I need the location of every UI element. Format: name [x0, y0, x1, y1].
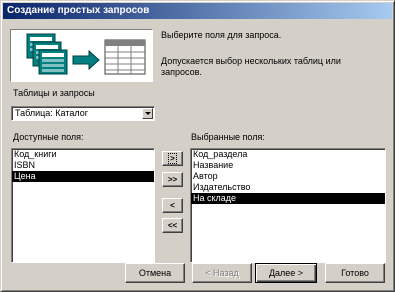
- intro-line-2b: запросов.: [161, 67, 202, 77]
- list-item[interactable]: Автор: [191, 171, 385, 182]
- remove-field-label: <: [170, 201, 175, 210]
- intro-line-2a: Допускается выбор нескольких таблиц или: [161, 56, 341, 66]
- next-button[interactable]: Далее >: [255, 263, 317, 283]
- cancel-button[interactable]: Отмена: [125, 263, 185, 283]
- remove-field-button[interactable]: <: [162, 198, 183, 213]
- list-item[interactable]: ISBN: [12, 160, 154, 171]
- finish-button[interactable]: Готово: [325, 263, 385, 283]
- tables-queries-label: Таблицы и запросы: [13, 88, 95, 98]
- wizard-window: Создание простых запросов Выберите поля …: [0, 0, 395, 292]
- remove-all-fields-label: <<: [167, 221, 178, 230]
- list-item[interactable]: Цена: [12, 171, 154, 182]
- add-field-label: >: [168, 153, 177, 164]
- list-item[interactable]: На складе: [191, 193, 385, 204]
- remove-all-fields-button[interactable]: <<: [162, 218, 183, 233]
- back-button[interactable]: < Назад: [192, 263, 252, 283]
- tables-queries-value: Таблица: Каталог: [15, 108, 89, 118]
- tables-to-query-icon: [26, 33, 146, 75]
- chevron-down-icon[interactable]: [142, 108, 153, 119]
- selected-fields-label: Выбранные поля:: [191, 132, 265, 142]
- add-field-button[interactable]: >: [162, 151, 183, 166]
- wizard-illustration: [10, 29, 153, 82]
- title-bar[interactable]: Создание простых запросов: [3, 3, 392, 19]
- add-all-fields-button[interactable]: >>: [162, 172, 183, 187]
- list-item[interactable]: Название: [191, 160, 385, 171]
- list-item[interactable]: Издательство: [191, 182, 385, 193]
- cancel-label: Отмена: [138, 268, 172, 278]
- next-label: Далее >: [268, 268, 304, 278]
- tables-queries-dropdown[interactable]: Таблица: Каталог: [11, 106, 155, 121]
- available-fields-label: Доступные поля:: [13, 132, 84, 142]
- window-title: Создание простых запросов: [7, 5, 150, 16]
- available-fields-list[interactable]: Код_книги ISBN Цена: [11, 148, 155, 263]
- add-all-fields-label: >>: [167, 175, 178, 184]
- list-item[interactable]: Код_раздела: [191, 149, 385, 160]
- back-label: < Назад: [205, 268, 239, 278]
- selected-fields-list[interactable]: Код_раздела Название Автор Издательство …: [190, 148, 386, 263]
- finish-label: Готово: [341, 268, 369, 278]
- list-item[interactable]: Код_книги: [12, 149, 154, 160]
- intro-line-1: Выберите поля для запроса.: [161, 30, 282, 40]
